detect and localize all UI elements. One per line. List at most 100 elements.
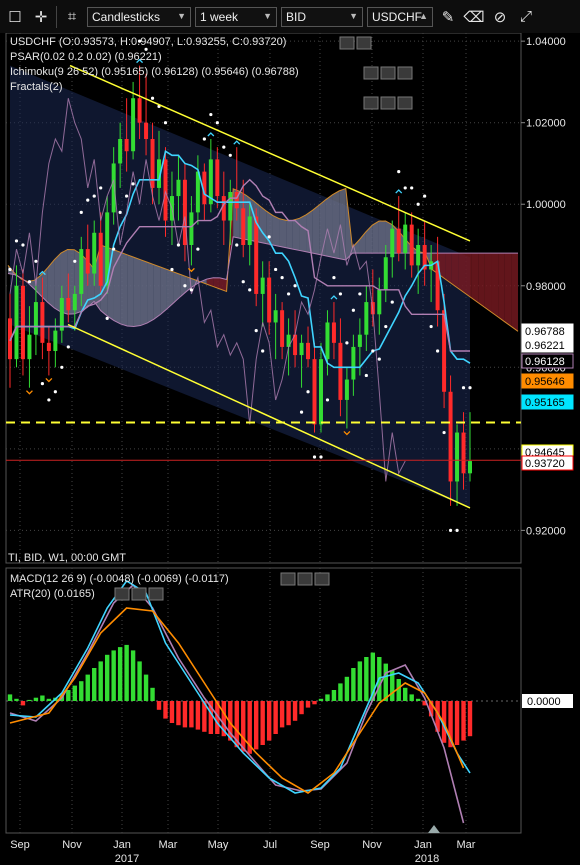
macd-hist-bar [66,690,71,701]
main-legend-line: USDCHF (O:0.93573, H:0.94907, L:0.93255,… [10,36,286,48]
macd-hist-bar [176,701,181,726]
candle-body [461,432,466,474]
psar-dot [170,267,174,272]
y-tick-label: 0.98000 [526,281,566,293]
cloud-segment [312,204,320,255]
timeframe-select[interactable]: 1 week ▼ [195,6,277,27]
visibility-icon [363,66,379,80]
cloud-segment [325,194,333,258]
cloud-segment [133,257,141,327]
macd-hist-bar [292,701,298,721]
y-tick-label: 1.02000 [526,118,566,130]
x-month-label: Mar [457,839,476,851]
psar-dot [364,373,368,378]
psar-dot [163,121,168,125]
x-month-label: Sep [10,839,30,851]
main-legend-line: PSAR(0.02 0.2 0.02) (0.96221) [10,51,162,63]
candle-body [318,359,323,425]
psar-dot [14,239,19,243]
chevron-up-icon: ▲ [419,10,428,21]
eraser-icon[interactable]: ⌫ [463,6,485,28]
macd-hist-bar [20,701,26,706]
macd-hist-bar [130,650,136,701]
candle-body [40,302,45,343]
chart-area[interactable]: USDCHF (O:0.93573, H:0.94907, L:0.93255,… [0,33,580,865]
crop-icon[interactable]: ⌗ [61,6,83,28]
candle-body [312,359,317,425]
macd-hist-bar [156,701,162,710]
cloud-segment [160,267,167,315]
psar-dot [267,235,271,239]
candle-body [448,391,453,482]
macd-hist-bar [27,699,32,701]
cloud-segment [279,218,287,248]
candle-body [27,334,32,360]
psar-dot [384,324,388,329]
psar-dot [448,528,453,532]
toolbar-divider [56,5,57,28]
candle-body [66,298,71,311]
psar-dot [306,390,310,394]
macd-hist-bar [163,701,168,719]
cloud-segment [458,253,466,294]
psar-dot [351,308,355,312]
psar-dot [40,382,44,386]
psar-dot [299,410,304,414]
psar-dot [358,292,362,296]
fullscreen-icon[interactable]: ⤢ [515,6,537,28]
chart-type-select[interactable]: Candlesticks ▼ [87,6,191,27]
magnet-icon[interactable]: ⊘ [489,6,511,28]
crosshair-icon[interactable]: ✛ [30,6,52,28]
candle-body [14,285,19,360]
psar-dot [60,365,64,369]
psar-dot [416,202,420,206]
candle-body [124,139,129,152]
psar-dot [390,300,394,304]
settings-icon [297,572,313,586]
psar-dot [286,292,291,296]
psar-dot [228,153,232,157]
chevron-down-icon: ▼ [177,10,186,21]
zero-tag: 0.0000 [522,694,573,708]
candle-body [247,216,252,245]
macd-hist-bar [98,661,103,701]
candle-body [351,346,356,380]
x-month-label: Jan [414,839,432,851]
macd-hist-bar [357,661,363,701]
macd-hist-bar [318,698,324,701]
psar-dot [99,186,103,190]
psar-dot [455,528,459,532]
candle-body [150,139,155,188]
psar-dot [150,96,155,100]
visibility-icon [339,36,355,50]
cloud-segment [465,253,472,298]
macd-hist-bar [92,668,97,701]
psar-dot [53,390,57,394]
price-tag-label: 0.95165 [525,397,565,409]
psar-dot [319,455,323,459]
price-tag: 0.96221 [521,337,574,353]
macd-hist-bar [189,701,194,728]
main-legend-line: Ichimoku(9 26 52) (0.95165) (0.96128) (0… [10,66,299,78]
cloud-segment [272,215,280,247]
psar-dot [73,259,77,263]
candle-body [364,302,369,335]
x-month-label: Sep [310,839,330,851]
macd-hist-bar [461,701,466,741]
psar-dot [131,182,135,186]
x-month-label: May [208,839,229,851]
candle-body [357,334,362,347]
psar-dot [222,145,226,149]
psar-dot [345,341,349,345]
candle-body [260,277,265,294]
candle-body [344,379,349,400]
cloud-segment [120,252,128,326]
symbol-select[interactable]: USDCHF ▲ [367,6,433,27]
price-side-select[interactable]: BID ▼ [281,6,363,27]
price-tag-label: 0.96788 [525,326,565,338]
candle-body [325,322,330,360]
macd-hist-bar [467,701,473,737]
checkbox-icon[interactable]: ☐ [4,6,26,28]
x-month-label: Nov [362,839,382,851]
pencil-icon[interactable]: ✎ [437,6,459,28]
